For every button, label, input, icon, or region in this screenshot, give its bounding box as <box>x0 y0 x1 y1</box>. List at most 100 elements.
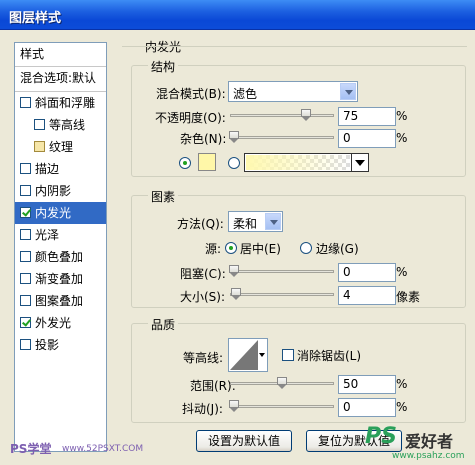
percent-unit: % <box>396 109 408 123</box>
jitter-slider[interactable] <box>229 400 334 413</box>
source-center-label[interactable]: 居中(E) <box>240 240 281 257</box>
contour-picker[interactable] <box>228 338 268 372</box>
source-center-radio[interactable] <box>225 242 237 254</box>
slider-thumb[interactable] <box>277 377 287 390</box>
contour-linear-icon <box>230 340 258 370</box>
style-list-item[interactable]: 渐变叠加 <box>15 268 106 290</box>
style-checkbox[interactable] <box>20 339 31 350</box>
blend-options-item[interactable]: 混合选项:默认 <box>15 67 106 92</box>
antialias-checkbox[interactable] <box>282 349 294 361</box>
slider-track <box>230 114 334 117</box>
style-list-item[interactable]: 图案叠加 <box>15 290 106 312</box>
style-list-label: 内发光 <box>35 206 72 220</box>
style-list-item[interactable]: 等高线 <box>15 114 106 136</box>
noise-slider[interactable] <box>229 131 334 144</box>
slider-thumb[interactable] <box>229 131 239 144</box>
size-input[interactable]: 4 <box>338 286 396 305</box>
choke-slider[interactable] <box>229 265 334 278</box>
slider-thumb[interactable] <box>229 400 239 413</box>
style-checkbox[interactable] <box>20 185 31 196</box>
source-edge-label[interactable]: 边缘(G) <box>316 240 359 257</box>
style-checkbox[interactable] <box>34 141 45 152</box>
set-default-button[interactable]: 设置为默认值 <box>196 430 292 452</box>
style-list-item[interactable]: 投影 <box>15 334 106 356</box>
range-label: 范围(R): <box>190 379 236 393</box>
style-list-item[interactable]: 颜色叠加 <box>15 246 106 268</box>
quality-title: 品质 <box>148 316 179 333</box>
gradient-dropdown-button[interactable] <box>351 154 368 171</box>
chevron-down-icon <box>340 83 356 100</box>
style-list-label: 渐变叠加 <box>35 272 84 286</box>
style-checkbox[interactable] <box>20 207 31 218</box>
jitter-input[interactable]: 0 <box>338 398 396 417</box>
style-list-header[interactable]: 样式 <box>15 43 106 67</box>
style-list-label: 等高线 <box>49 118 86 132</box>
title-bar[interactable]: 图层样式 <box>0 0 475 30</box>
structure-title: 结构 <box>148 58 179 75</box>
style-checkbox[interactable] <box>34 119 45 130</box>
window-title: 图层样式 <box>9 11 62 26</box>
size-unit: 像素 <box>396 290 421 304</box>
style-list-item[interactable]: 外发光 <box>15 312 106 334</box>
slider-thumb[interactable] <box>229 265 239 278</box>
blend-mode-value: 滤色 <box>233 87 258 101</box>
style-checkbox[interactable] <box>20 251 31 262</box>
antialias-label[interactable]: 消除锯齿(L) <box>297 347 361 364</box>
triangle-down-icon <box>355 160 365 166</box>
style-list-item[interactable]: 光泽 <box>15 224 106 246</box>
range-slider[interactable] <box>230 377 334 390</box>
slider-track <box>230 136 334 139</box>
style-list-item[interactable]: 描边 <box>15 158 106 180</box>
method-label: 方法(Q): <box>177 217 224 231</box>
source-edge-radio[interactable] <box>300 242 312 254</box>
style-list-label: 外发光 <box>35 316 72 330</box>
slider-track <box>230 405 334 408</box>
style-list-label: 内阴影 <box>35 184 72 198</box>
opacity-label: 不透明度(O): <box>155 111 226 125</box>
style-list: 样式 混合选项:默认 斜面和浮雕等高线纹理描边内阴影内发光光泽颜色叠加渐变叠加图… <box>14 42 107 452</box>
slider-track <box>230 293 334 296</box>
blend-mode-select[interactable]: 滤色 <box>228 81 358 102</box>
jitter-label: 抖动(J): <box>182 402 223 416</box>
style-checkbox[interactable] <box>20 97 31 108</box>
glow-color-swatch[interactable] <box>198 153 216 171</box>
noise-input[interactable]: 0 <box>338 129 396 148</box>
style-list-label: 图案叠加 <box>35 294 84 308</box>
style-checkbox[interactable] <box>20 295 31 306</box>
contour-label: 等高线: <box>183 351 224 365</box>
style-list-item[interactable]: 内阴影 <box>15 180 106 202</box>
style-list-item[interactable]: 内发光 <box>15 202 106 224</box>
choke-input[interactable]: 0 <box>338 263 396 282</box>
opacity-slider[interactable] <box>230 109 334 122</box>
style-checkbox[interactable] <box>20 273 31 284</box>
percent-unit: % <box>396 265 408 279</box>
gradient-radio[interactable] <box>228 157 240 169</box>
percent-unit: % <box>396 400 408 414</box>
gradient-preview <box>246 155 350 170</box>
style-list-item[interactable]: 纹理 <box>15 136 106 158</box>
watermark-left-url: www.52PSXT.COM <box>62 444 144 454</box>
method-select[interactable]: 柔和 <box>228 211 283 232</box>
style-list-item[interactable]: 斜面和浮雕 <box>15 92 106 114</box>
style-list-label: 纹理 <box>49 140 74 154</box>
slider-thumb[interactable] <box>301 109 311 122</box>
size-slider[interactable] <box>230 288 334 301</box>
style-list-label: 颜色叠加 <box>35 250 84 264</box>
percent-unit: % <box>396 377 408 391</box>
style-checkbox[interactable] <box>20 163 31 174</box>
opacity-input[interactable]: 75 <box>338 107 396 126</box>
color-radio[interactable] <box>179 157 191 169</box>
triangle-down-icon <box>259 353 265 357</box>
choke-label: 阻塞(C): <box>180 267 226 281</box>
watermark-logo: PS <box>365 424 397 449</box>
range-input[interactable]: 50 <box>338 375 396 394</box>
slider-track <box>230 270 334 273</box>
gradient-fill <box>246 155 350 170</box>
slider-thumb[interactable] <box>230 288 241 301</box>
style-checkbox[interactable] <box>20 229 31 240</box>
gradient-picker[interactable] <box>244 153 369 172</box>
noise-label: 杂色(N): <box>180 132 227 146</box>
elements-title: 图素 <box>148 188 179 205</box>
style-checkbox[interactable] <box>20 317 31 328</box>
layer-style-dialog: 图层样式 样式 混合选项:默认 斜面和浮雕等高线纹理描边内阴影内发光光泽颜色叠加… <box>0 0 475 465</box>
